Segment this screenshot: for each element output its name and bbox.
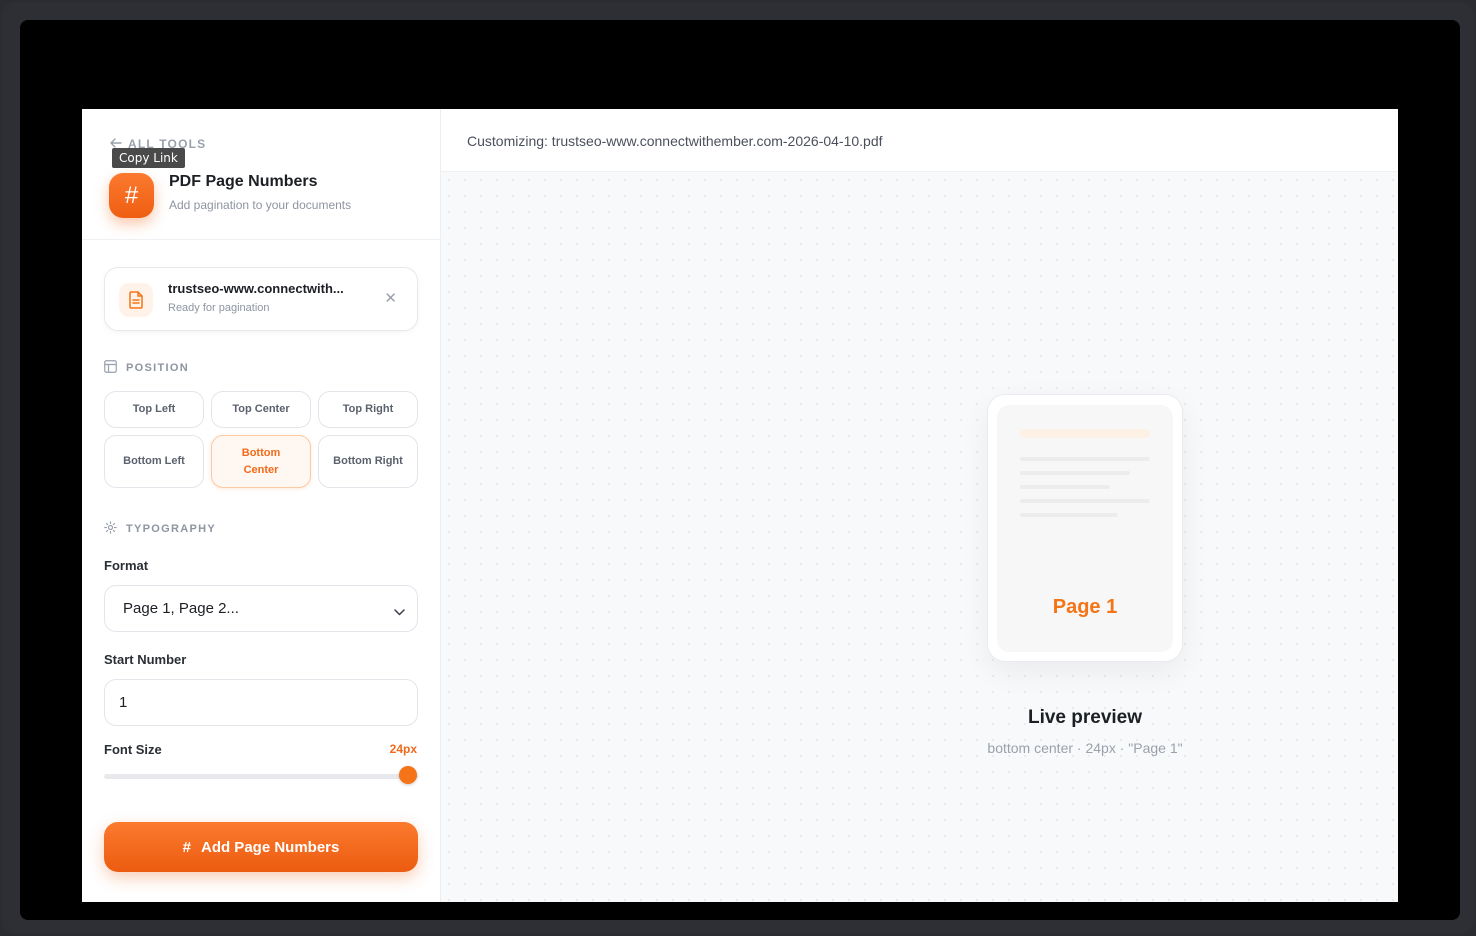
typography-label: TYPOGRAPHY [126,523,217,535]
position-top-right[interactable]: Top Right [318,391,418,428]
live-preview-title: Live preview [1027,707,1143,728]
page-preview-card: Page 1 [987,394,1183,662]
live-preview-details: bottom center · 24px · "Page 1" [987,740,1183,756]
file-card: trustseo-www.connectwith... Ready for pa… [104,267,418,331]
device-frame: ALL TOOLS Copy Link # PDF Page Numbers A… [2,2,1474,934]
customizing-filename: Customizing: trustseo-www.connectwithemb… [467,133,883,149]
page-number-preview: Page 1 [1052,596,1118,618]
format-label: Format [104,558,149,573]
copy-link-tooltip: Copy Link [112,148,185,168]
font-size-label: Font Size [104,742,162,757]
position-bottom-left[interactable]: Bottom Left [104,435,204,488]
placeholder-heading [1020,429,1150,438]
tool-title: PDF Page Numbers [169,173,318,190]
position-top-left[interactable]: Top Left [104,391,204,428]
layout-icon [104,360,117,376]
hash-icon: # [182,838,191,856]
format-value: Page 1, Page 2... [123,600,239,617]
position-bottom-center[interactable]: Bottom Center [211,435,311,488]
font-size-slider-thumb[interactable] [399,766,417,784]
preview-canvas: Page 1 Live preview bottom center · 24px… [441,172,1398,902]
app-window: ALL TOOLS Copy Link # PDF Page Numbers A… [82,109,1398,902]
top-bar: Customizing: trustseo-www.connectwithemb… [441,109,1398,172]
add-page-numbers-button[interactable]: # Add Page Numbers [104,822,418,872]
font-size-slider-track[interactable] [104,774,418,779]
font-size-value: 24px [389,742,417,756]
page-sheet: Page 1 [997,405,1173,652]
placeholder-line [1020,457,1150,461]
sidebar: ALL TOOLS Copy Link # PDF Page Numbers A… [82,109,441,902]
start-number-value: 1 [119,694,128,711]
position-bottom-right[interactable]: Bottom Right [318,435,418,488]
placeholder-line [1020,499,1150,503]
position-heading: POSITION [104,360,189,376]
file-status: Ready for pagination [168,302,270,314]
add-page-numbers-label: Add Page Numbers [200,838,340,856]
tool-subtitle: Add pagination to your documents [169,198,352,212]
chevron-down-icon [394,603,405,620]
start-number-input[interactable]: 1 [104,679,418,726]
screen: ALL TOOLS Copy Link # PDF Page Numbers A… [20,20,1460,920]
placeholder-line [1020,485,1110,489]
header-divider [82,239,441,240]
settings-icon [104,521,117,537]
typography-heading: TYPOGRAPHY [104,521,216,537]
placeholder-line [1020,471,1130,475]
start-number-label: Start Number [104,652,187,667]
hash-icon: # [109,173,154,218]
file-name: trustseo-www.connectwith... [168,281,344,296]
position-label: POSITION [126,362,189,374]
placeholder-line [1020,513,1118,517]
document-icon [119,283,153,317]
format-select[interactable]: Page 1, Page 2... [104,585,418,632]
position-top-center[interactable]: Top Center [211,391,311,428]
close-icon[interactable]: ✕ [384,289,397,307]
